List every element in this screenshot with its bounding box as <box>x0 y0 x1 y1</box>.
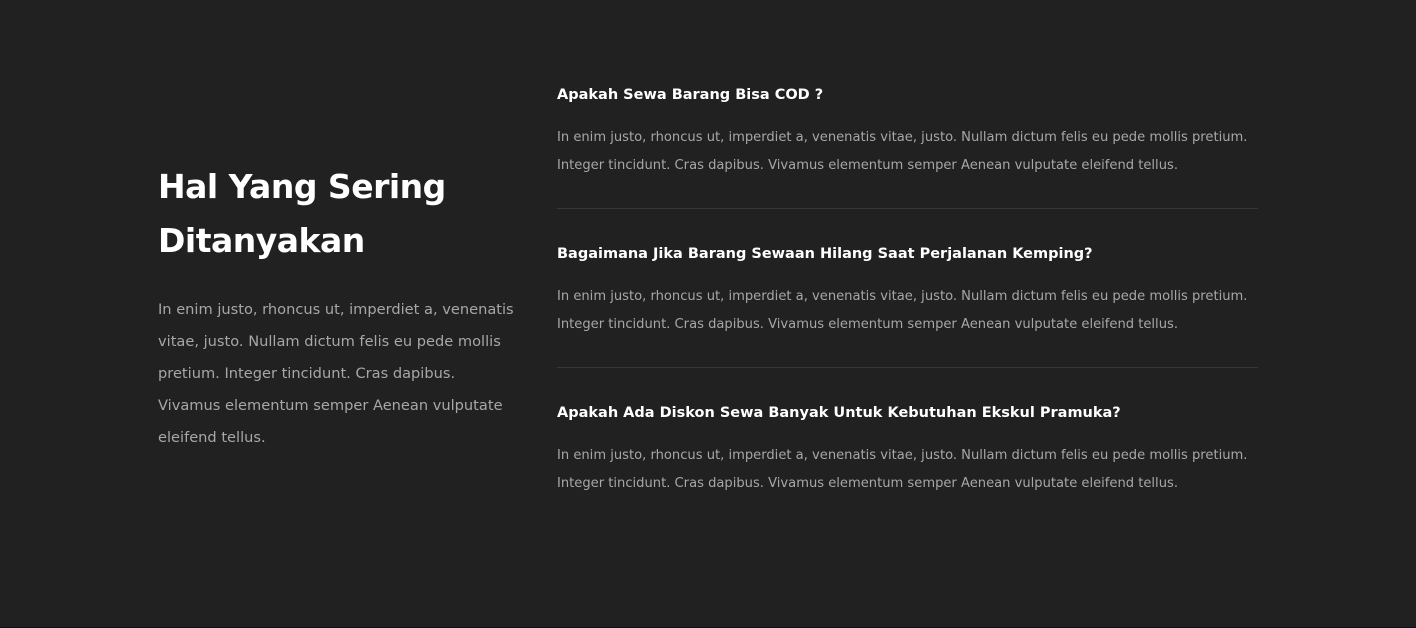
faq-section-title: Hal Yang Sering Ditanyakan <box>158 167 446 260</box>
faq-item: Apakah Ada Diskon Sewa Banyak Untuk Kebu… <box>557 396 1258 498</box>
faq-question: Bagaimana Jika Barang Sewaan Hilang Saat… <box>557 246 1093 262</box>
faq-item: Bagaimana Jika Barang Sewaan Hilang Saat… <box>557 237 1258 368</box>
faq-item: Apakah Sewa Barang Bisa COD ? In enim ju… <box>557 78 1258 209</box>
faq-answer: In enim justo, rhoncus ut, imperdiet a, … <box>557 289 1248 332</box>
faq-section-description: In enim justo, rhoncus ut, imperdiet a, … <box>158 301 514 446</box>
faq-question: Apakah Sewa Barang Bisa COD ? <box>557 87 824 103</box>
faq-question: Apakah Ada Diskon Sewa Banyak Untuk Kebu… <box>557 405 1121 421</box>
faq-list: Apakah Sewa Barang Bisa COD ? In enim ju… <box>557 78 1258 498</box>
faq-section: Hal Yang Sering Ditanyakan In enim justo… <box>0 0 1416 628</box>
faq-answer: In enim justo, rhoncus ut, imperdiet a, … <box>557 448 1248 491</box>
faq-answer: In enim justo, rhoncus ut, imperdiet a, … <box>557 130 1248 173</box>
faq-intro: Hal Yang Sering Ditanyakan In enim justo… <box>158 160 518 454</box>
